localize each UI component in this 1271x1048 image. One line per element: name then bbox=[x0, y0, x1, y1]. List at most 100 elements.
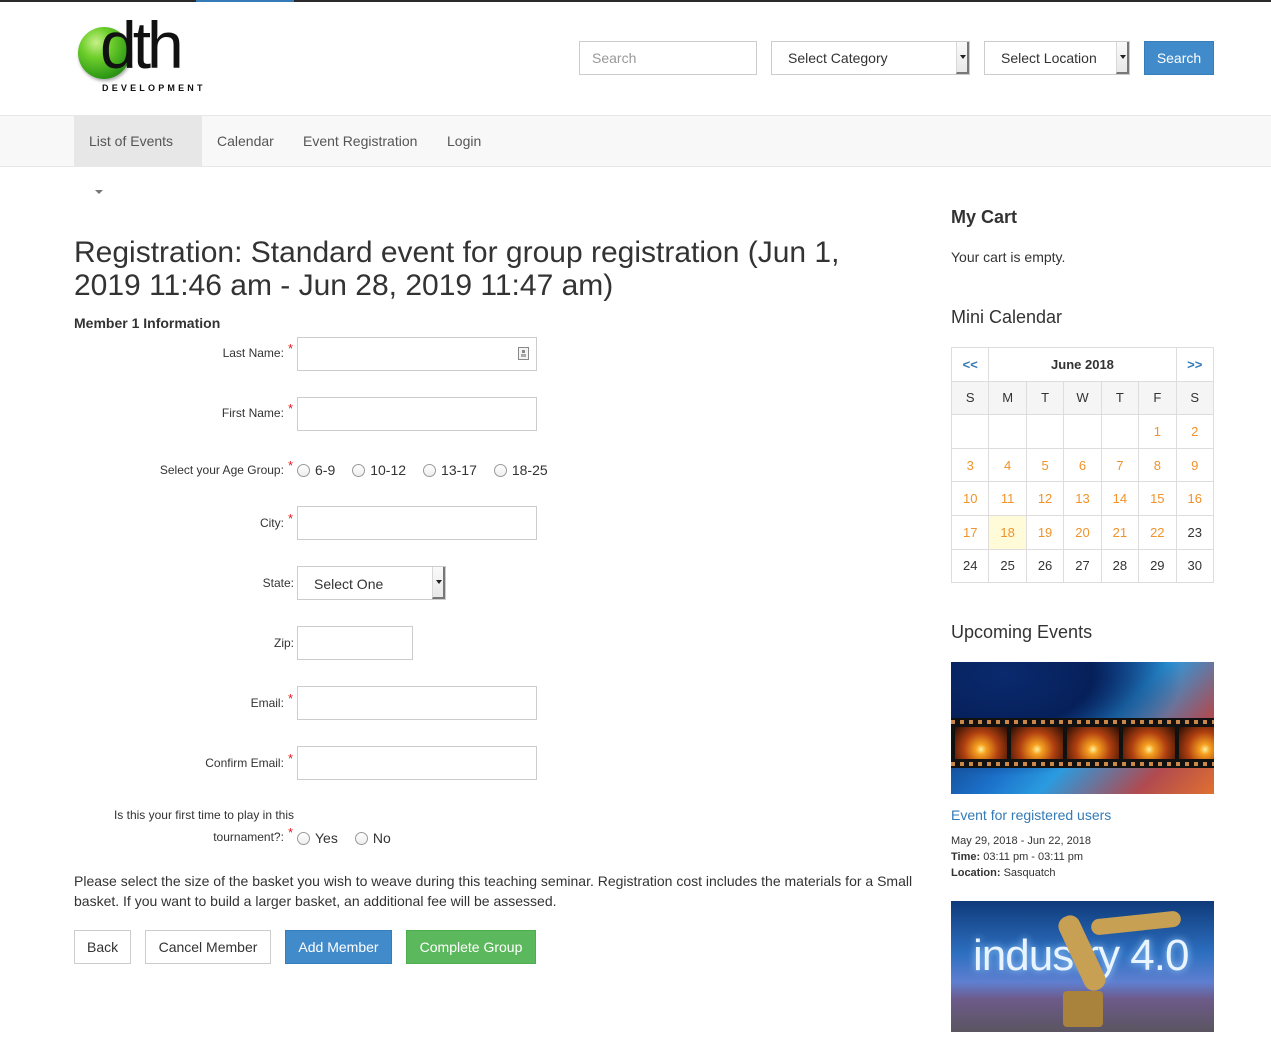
calendar-day: 26 bbox=[1025, 548, 1065, 584]
cancel-member-button[interactable]: Cancel Member bbox=[145, 930, 271, 964]
industry-4-robot-arm-image[interactable]: industry 4.0 bbox=[951, 901, 1214, 1032]
calendar-empty-cell bbox=[1063, 414, 1102, 449]
logo-wordmark: dth bbox=[100, 8, 184, 82]
city-label: City: * bbox=[259, 511, 293, 530]
option-label: 6-9 bbox=[315, 462, 336, 478]
film-holes bbox=[951, 762, 1214, 766]
radio-button[interactable] bbox=[423, 463, 437, 477]
required-asterisk: * bbox=[287, 341, 293, 356]
calendar-day-with-event[interactable]: 2 bbox=[1175, 414, 1215, 449]
contact-card-icon[interactable] bbox=[518, 347, 529, 360]
required-asterisk: * bbox=[287, 458, 293, 473]
calendar-day-with-event[interactable]: 4 bbox=[988, 447, 1027, 483]
calendar-weekday: S bbox=[950, 380, 990, 416]
nav-item-event-registration[interactable]: Event Registration bbox=[288, 116, 432, 166]
first-name-label: First Name: * bbox=[221, 401, 293, 420]
nav-item-list-of-events[interactable]: List of Events bbox=[74, 116, 202, 195]
label-text: Confirm Email: bbox=[205, 756, 284, 770]
radio-button[interactable] bbox=[352, 463, 366, 477]
calendar-day-with-event[interactable]: 15 bbox=[1138, 481, 1177, 516]
first-time-option-no[interactable]: No bbox=[354, 830, 391, 846]
calendar-day-with-event[interactable]: 12 bbox=[1025, 481, 1065, 516]
event-title-link[interactable]: Event for registered users bbox=[951, 807, 1111, 823]
first-time-label-line1: Is this your first time to play in this bbox=[113, 808, 294, 822]
calendar-weekday: S bbox=[1175, 380, 1215, 416]
age-group-option[interactable]: 10-12 bbox=[352, 462, 406, 478]
label-text: First Name: bbox=[221, 406, 284, 420]
calendar-day: 28 bbox=[1100, 548, 1140, 584]
category-select-value: Select Category bbox=[788, 50, 888, 66]
calendar-prev-button[interactable]: << bbox=[950, 347, 990, 382]
confirm-email-input[interactable] bbox=[297, 746, 537, 780]
calendar-empty-cell bbox=[1025, 414, 1065, 449]
calendar-day-with-event[interactable]: 1 bbox=[1138, 414, 1177, 449]
radio-button[interactable] bbox=[297, 463, 310, 477]
calendar-day-with-event[interactable]: 17 bbox=[950, 514, 990, 550]
nav-item-label: Event Registration bbox=[303, 133, 418, 149]
calendar-next-button[interactable]: >> bbox=[1175, 347, 1215, 382]
calendar-empty-cell bbox=[1100, 414, 1140, 449]
complete-group-button[interactable]: Complete Group bbox=[406, 930, 536, 964]
basket-note: Please select the size of the basket you… bbox=[74, 873, 913, 909]
required-asterisk: * bbox=[287, 511, 293, 526]
member-heading: Member 1 Information bbox=[74, 315, 221, 331]
calendar-week-row: 3456789 bbox=[950, 447, 1215, 483]
state-select[interactable]: Select One bbox=[297, 566, 446, 600]
calendar-day-with-event[interactable]: 22 bbox=[1138, 514, 1177, 550]
calendar-day-with-event[interactable]: 3 bbox=[950, 447, 990, 483]
cart-empty-text: Your cart is empty. bbox=[951, 249, 1066, 265]
chevron-down-icon bbox=[432, 567, 445, 599]
last-name-input[interactable] bbox=[297, 337, 537, 371]
city-input[interactable] bbox=[297, 506, 537, 540]
calendar-day-with-event[interactable]: 6 bbox=[1063, 447, 1102, 483]
category-select[interactable]: Select Category bbox=[771, 41, 970, 75]
calendar-day-with-event[interactable]: 18 bbox=[988, 514, 1027, 550]
calendar-weekday: W bbox=[1063, 380, 1102, 416]
calendar-day-with-event[interactable]: 10 bbox=[950, 481, 990, 516]
age-group-option[interactable]: 18-25 bbox=[493, 462, 548, 478]
site-logo[interactable]: dth DEVELOPMENT bbox=[76, 12, 206, 96]
zip-input[interactable] bbox=[297, 626, 413, 660]
calendar-day-with-event[interactable]: 13 bbox=[1063, 481, 1102, 516]
required-asterisk: * bbox=[287, 401, 293, 416]
option-label: 13-17 bbox=[441, 462, 477, 478]
email-input[interactable] bbox=[297, 686, 537, 720]
search-input[interactable] bbox=[579, 41, 757, 75]
calendar-day-with-event[interactable]: 21 bbox=[1100, 514, 1140, 550]
nav-item-calendar[interactable]: Calendar bbox=[202, 116, 289, 166]
label-text: Select your Age Group: bbox=[159, 463, 284, 477]
age-group-radio-group: 6-9 10-12 13-17 18-25 bbox=[297, 462, 565, 478]
calendar-day-with-event[interactable]: 11 bbox=[988, 481, 1027, 516]
first-name-input[interactable] bbox=[297, 397, 537, 431]
calendar-day-with-event[interactable]: 20 bbox=[1063, 514, 1102, 550]
calendar-day-with-event[interactable]: 16 bbox=[1175, 481, 1215, 516]
add-member-button[interactable]: Add Member bbox=[285, 930, 392, 964]
calendar-day-with-event[interactable]: 7 bbox=[1100, 447, 1140, 483]
calendar-day-with-event[interactable]: 8 bbox=[1138, 447, 1177, 483]
main-navbar: List of Events Calendar Event Registrati… bbox=[0, 115, 1271, 195]
film-strip-sunset-image[interactable] bbox=[951, 662, 1214, 794]
nav-item-login[interactable]: Login bbox=[432, 116, 496, 166]
nav-item-label: Calendar bbox=[217, 133, 274, 149]
calendar-day-with-event[interactable]: 19 bbox=[1025, 514, 1065, 550]
calendar-day-with-event[interactable]: 5 bbox=[1025, 447, 1065, 483]
calendar-day-with-event[interactable]: 14 bbox=[1100, 481, 1140, 516]
event-location: Location: Sasquatch bbox=[951, 867, 1056, 879]
age-group-option[interactable]: 13-17 bbox=[423, 462, 477, 478]
calendar-weekday: T bbox=[1025, 380, 1065, 416]
state-label: State: bbox=[263, 576, 294, 590]
back-button[interactable]: Back bbox=[74, 930, 131, 964]
age-group-option[interactable]: 6-9 bbox=[297, 462, 335, 478]
label-text: Zip: bbox=[273, 636, 294, 650]
label-text: City: bbox=[259, 516, 284, 530]
radio-button[interactable] bbox=[297, 831, 310, 845]
chevron-down-icon bbox=[1116, 42, 1129, 74]
search-button[interactable]: Search bbox=[1144, 41, 1214, 75]
first-time-option-yes[interactable]: Yes bbox=[297, 830, 338, 846]
calendar-day-with-event[interactable]: 9 bbox=[1175, 447, 1215, 483]
calendar-empty-cell bbox=[950, 414, 990, 449]
radio-button[interactable] bbox=[493, 463, 507, 477]
radio-button[interactable] bbox=[354, 831, 368, 845]
required-asterisk: * bbox=[287, 751, 293, 766]
location-select[interactable]: Select Location bbox=[984, 41, 1130, 75]
